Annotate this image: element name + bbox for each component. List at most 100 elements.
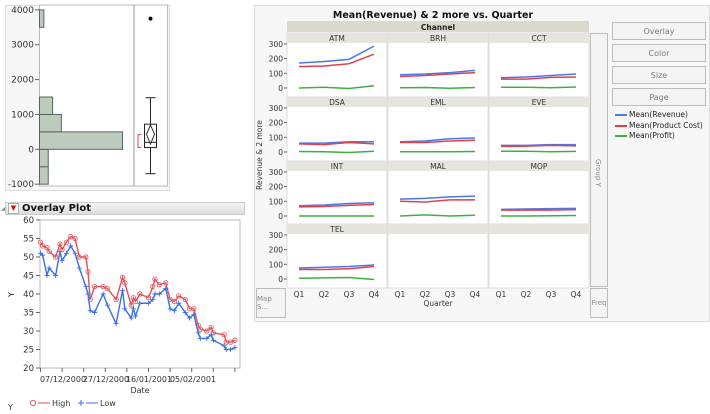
histogram-bar: [39, 131, 123, 150]
panel-strip: [388, 224, 488, 234]
histogram-bar: [39, 9, 45, 28]
y-tick-label: 0: [28, 145, 34, 155]
x-tick-label: Q2: [319, 290, 330, 299]
series-line: [298, 150, 375, 154]
panel-label: CCT: [531, 34, 546, 43]
histogram-bar: [39, 166, 49, 185]
histogram-bar: [39, 148, 49, 168]
legend-item[interactable]: Mean(Profit): [615, 131, 703, 142]
y-tick-label: 35: [23, 309, 34, 319]
y-tick-label: 300: [269, 168, 284, 177]
x-tick-label: Q4: [470, 290, 481, 299]
y-tick-label: 200: [269, 55, 284, 64]
panel-strip: [489, 224, 589, 234]
y-axis-label: Y: [7, 292, 16, 298]
freq-label: Freq: [591, 299, 607, 307]
y-tick-label: 2000: [11, 76, 34, 86]
group-x-title: Channel: [421, 23, 455, 32]
histogram-bar: [39, 113, 62, 133]
panel-label: TEL: [329, 225, 344, 234]
y-tick-label: 200: [269, 183, 284, 192]
y-tick-label: 55: [23, 235, 34, 245]
y-tick-label: 50: [23, 253, 34, 263]
panel-label: MAL: [430, 162, 447, 171]
legend-item[interactable]: Mean(Product Cost): [615, 121, 703, 132]
x-tick-label: Q4: [369, 290, 380, 299]
x-axis-label: Quarter: [424, 299, 454, 308]
overlay-zone-button[interactable]: Overlay: [612, 22, 706, 40]
panel-label: ATM: [329, 34, 345, 43]
y-tick-label: 0: [278, 212, 283, 221]
color-zone-button[interactable]: Color: [612, 44, 706, 62]
legend-swatch: [615, 114, 627, 116]
panel-label: INT: [331, 162, 344, 171]
y-tick-label: 300: [269, 40, 284, 49]
outlier-point: [148, 16, 153, 21]
group-y-label: Group Y: [594, 159, 602, 187]
y-tick-label: 300: [269, 104, 284, 113]
y-tick-label: 60: [23, 216, 34, 226]
y-tick-label: -1000: [8, 180, 34, 190]
panel-label: EML: [430, 98, 446, 107]
y-tick-label: 100: [269, 69, 284, 78]
distribution-chart: 4000 3000 2000 1000 0 -1000: [8, 4, 168, 190]
x-tick-label: Q2: [521, 290, 532, 299]
map-shape-label: Map S...: [257, 295, 272, 311]
y-tick-label: 20: [23, 364, 34, 374]
chart-title: Mean(Revenue) & 2 more vs. Quarter: [333, 10, 533, 21]
series-line: [500, 144, 577, 148]
panel-label: MOP: [531, 162, 548, 171]
legend-marker-low: [78, 400, 84, 406]
x-tick-label: 16/01/2001: [126, 375, 172, 384]
legend-label: Mean(Profit): [629, 131, 675, 140]
series-line: [501, 86, 577, 89]
x-tick-label: Q3: [344, 290, 355, 299]
y-tick-label: 4000: [11, 6, 34, 16]
x-tick-label: Q4: [571, 290, 582, 299]
x-tick-label: 07/12/2000: [40, 375, 86, 384]
y-tick-label: 300: [269, 231, 284, 240]
y-tick-label: 25: [23, 346, 34, 356]
x-tick-label: Q1: [294, 290, 305, 299]
legend-label: Mean(Product Cost): [629, 120, 703, 130]
legend-title: Y: [7, 403, 13, 412]
y-tick-label: 1000: [11, 110, 34, 120]
y-tick-label: 0: [278, 148, 283, 157]
legend-marker-high: [30, 400, 36, 406]
y-tick-label: 0: [278, 275, 283, 284]
legend-label: Mean(Revenue): [629, 110, 688, 119]
plot-frame: [39, 4, 168, 187]
graph-legend: Mean(Revenue) Mean(Product Cost) Mean(Pr…: [615, 110, 703, 142]
group-y-zone[interactable]: Group Y: [590, 33, 608, 287]
red-menu-icon[interactable]: ▼: [8, 203, 19, 214]
size-zone-button[interactable]: Size: [612, 66, 706, 84]
legend-label: Low: [100, 399, 116, 408]
freq-zone[interactable]: Freq: [590, 288, 608, 318]
page-zone-button[interactable]: Page: [612, 88, 706, 106]
legend-item[interactable]: Mean(Revenue): [615, 110, 703, 121]
panel-label: EVE: [532, 98, 547, 107]
map-shape-zone[interactable]: Map S...: [256, 288, 286, 318]
overlay-plot-chart: 60 55 50 45 40 35 30 25 20 07/12/200027/12/200016…: [7, 216, 241, 412]
graph-builder-chart: Mean(Revenue) & 2 more vs. Quarter Channe…: [255, 10, 590, 308]
y-axis-label: Revenue & 2 more: [255, 120, 264, 190]
x-tick-label: Q3: [445, 290, 456, 299]
y-tick-label: 45: [23, 272, 34, 282]
y-tick-label: 200: [269, 119, 284, 128]
y-tick-label: 100: [269, 133, 284, 142]
x-axis-label: Date: [130, 386, 149, 395]
panel-label: DSA: [329, 98, 346, 107]
x-tick-label: Q1: [496, 290, 507, 299]
series-line: [399, 86, 476, 90]
y-tick-label: 3000: [11, 41, 34, 51]
overlay-plot-header[interactable]: ▼ Overlay Plot: [5, 202, 245, 215]
histogram-bar: [39, 96, 54, 115]
x-tick-label: Q2: [420, 290, 431, 299]
series-line: [399, 214, 476, 217]
y-tick-label: 40: [23, 290, 34, 300]
x-tick-label: Q3: [546, 290, 557, 299]
legend-label: High: [52, 399, 70, 408]
y-tick-label: 30: [23, 327, 34, 337]
y-tick-label: 200: [269, 246, 284, 255]
y-tick-label: 100: [269, 260, 284, 269]
